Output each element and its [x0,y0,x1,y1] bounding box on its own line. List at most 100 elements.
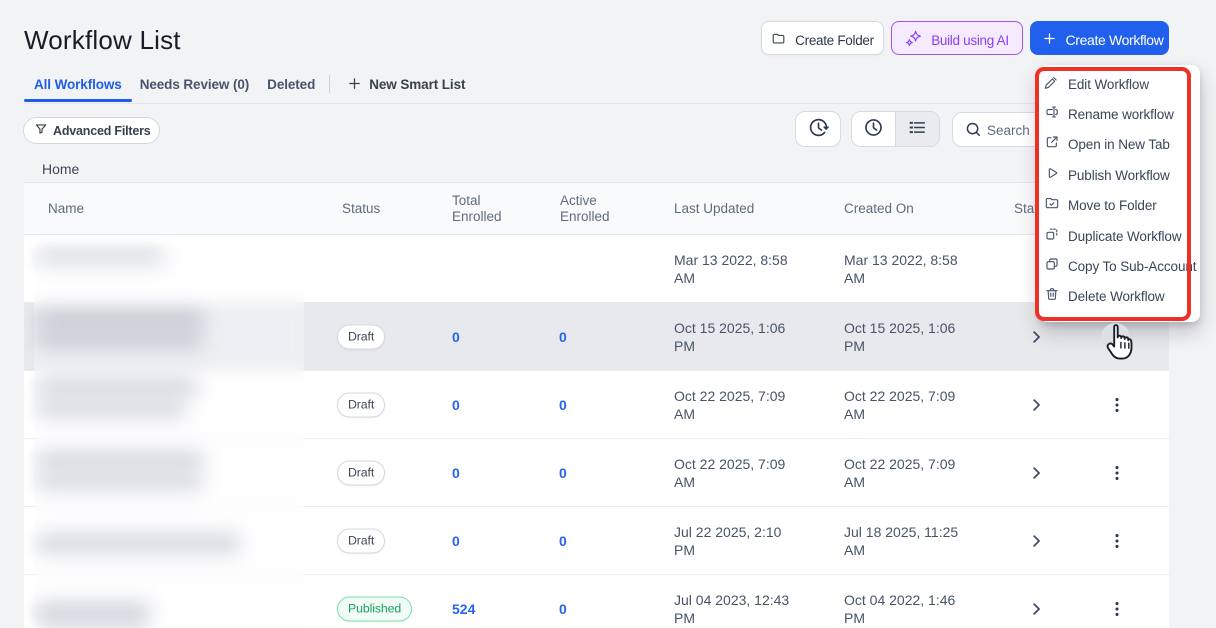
workflow-name-redacted [24,439,1169,506]
column-header-last-updated: Last Updated [674,200,755,216]
workflow-list-page: Workflow List Create Folder Build using … [0,0,1216,628]
table-row[interactable]: Published 524 0 Jul 04 2023, 12:43 PM Oct 04… [24,575,1169,628]
list-view-button[interactable] [895,112,939,146]
total-enrolled-link[interactable]: 0 [452,329,460,345]
total-enrolled-link[interactable]: 0 [452,465,460,481]
table-row[interactable]: Draft 0 0 Jul 22 2025, 2:10 PM Jul 18 2025, … [24,507,1169,575]
move-to-folder-icon [1044,195,1060,216]
create-workflow-button[interactable]: Create Workflow [1030,21,1169,55]
menu-item-publish-workflow[interactable]: Publish Workflow [1039,160,1200,190]
column-header-status: Status [342,200,381,216]
clock-icon [863,117,884,141]
workflow-name-redacted [24,507,1169,574]
build-using-ai-label: Build using AI [931,32,1009,48]
total-enrolled-link[interactable]: 524 [452,601,475,617]
menu-item-label: Publish Workflow [1068,167,1170,183]
build-using-ai-button[interactable]: Build using AI [891,21,1023,55]
workflow-name-redacted [24,303,1169,370]
menu-item-open-in-new-tab[interactable]: Open in New Tab [1039,130,1200,160]
created-on-cell: Oct 15 2025, 1:06 PM [844,319,956,354]
menu-item-label: Move to Folder [1068,198,1157,214]
last-updated-cell: Jul 22 2025, 2:10 PM [674,523,782,558]
status-badge: Draft [337,460,386,485]
expand-chevron-icon[interactable] [1028,533,1044,549]
new-smart-list-button[interactable]: New Smart List [347,74,465,95]
menu-item-rename-workflow[interactable]: Rename workflow [1039,99,1200,129]
tab-all-workflows[interactable]: All Workflows [24,74,132,103]
menu-item-copy-to-sub-account[interactable]: Copy To Sub-Account [1039,251,1200,281]
menu-item-move-to-folder[interactable]: Move to Folder [1039,191,1200,221]
last-updated-cell: Mar 13 2022, 8:58 AM [674,251,788,286]
workflow-table: Name Status Total Enrolled Active Enroll… [24,182,1169,628]
active-enrolled-link[interactable]: 0 [559,533,567,549]
new-smart-list-label: New Smart List [369,77,466,92]
last-updated-cell: Oct 22 2025, 7:09 AM [674,455,786,490]
duplicate-icon [1044,226,1060,247]
expand-chevron-icon[interactable] [1028,465,1044,481]
total-enrolled-link[interactable]: 0 [452,533,460,549]
status-badge: Published [337,596,413,621]
create-folder-label: Create Folder [795,32,874,48]
created-on-cell: Oct 22 2025, 7:09 AM [844,455,956,490]
expand-chevron-icon[interactable] [1028,397,1044,413]
history-view-button[interactable] [852,112,895,146]
table-header: Name Status Total Enrolled Active Enroll… [24,183,1169,235]
table-row[interactable]: Draft 0 0 Oct 22 2025, 7:09 AM Oct 22 2025, … [24,439,1169,507]
advanced-filters-button[interactable]: Advanced Filters [23,117,160,144]
plus-icon [1042,31,1057,46]
row-actions-kebab[interactable] [1105,393,1129,417]
active-enrolled-link[interactable]: 0 [559,465,567,481]
tabs-divider [329,75,331,93]
row-actions-kebab[interactable] [1105,597,1129,621]
workflow-name-redacted [24,575,1169,628]
active-enrolled-link[interactable]: 0 [559,329,567,345]
folder-icon [771,31,786,46]
create-workflow-label: Create Workflow [1065,32,1164,48]
copy-icon [1044,256,1060,277]
column-header-active-enrolled: Active Enrolled [560,192,610,224]
menu-item-duplicate-workflow[interactable]: Duplicate Workflow [1039,221,1200,251]
edit-icon [1044,74,1060,95]
column-header-total-enrolled: Total Enrolled [452,192,502,224]
clock-history-icon [808,117,829,141]
execution-logs-button[interactable] [795,111,841,147]
view-toggle [851,111,940,147]
created-on-cell: Oct 04 2022, 1:46 PM [844,591,956,626]
menu-item-delete-workflow[interactable]: Delete Workflow [1039,282,1200,312]
menu-item-edit-workflow[interactable]: Edit Workflow [1039,69,1200,99]
row-actions-kebab[interactable] [1105,529,1129,553]
menu-item-label: Delete Workflow [1068,289,1165,305]
workflow-name-redacted [24,235,1169,302]
expand-chevron-icon[interactable] [1028,601,1044,617]
kebab-hover-circle [1101,323,1130,352]
column-header-name: Name [48,200,85,216]
header-actions: Create Folder Build using AI Create Work… [0,21,1216,55]
menu-item-label: Edit Workflow [1068,76,1149,92]
menu-item-label: Open in New Tab [1068,137,1170,153]
active-enrolled-link[interactable]: 0 [559,601,567,617]
table-row[interactable]: Draft 0 0 Oct 22 2025, 7:09 AM Oct 22 2025, … [24,371,1169,439]
rename-icon [1044,104,1060,125]
create-folder-button[interactable]: Create Folder [761,21,884,55]
advanced-filters-label: Advanced Filters [53,123,151,138]
status-badge: Draft [337,528,386,553]
table-body: Mar 13 2022, 8:58 AM Mar 13 2022, 8:58 AM… [24,235,1169,628]
table-row[interactable]: Draft 0 0 Oct 15 2025, 1:06 PM Oct 15 2025, … [24,303,1169,371]
table-row[interactable]: Mar 13 2022, 8:58 AM Mar 13 2022, 8:58 AM [24,235,1169,303]
tab-deleted[interactable]: Deleted [257,74,325,103]
tab-needs-review[interactable]: Needs Review (0) [130,74,259,103]
funnel-icon [34,122,48,139]
breadcrumb[interactable]: Home [42,161,79,177]
created-on-cell: Mar 13 2022, 8:58 AM [844,251,958,286]
status-badge: Draft [337,324,386,349]
active-enrolled-link[interactable]: 0 [559,397,567,413]
created-on-cell: Oct 22 2025, 7:09 AM [844,387,956,422]
context-menu: Edit Workflow Rename workflow Open in New … [1039,65,1200,322]
total-enrolled-link[interactable]: 0 [452,397,460,413]
menu-item-label: Duplicate Workflow [1068,228,1182,244]
row-actions-kebab[interactable] [1105,461,1129,485]
sparkles-icon [905,30,922,47]
menu-item-label: Copy To Sub-Account [1068,259,1197,275]
expand-chevron-icon[interactable] [1028,329,1044,345]
plus-icon [347,76,362,94]
